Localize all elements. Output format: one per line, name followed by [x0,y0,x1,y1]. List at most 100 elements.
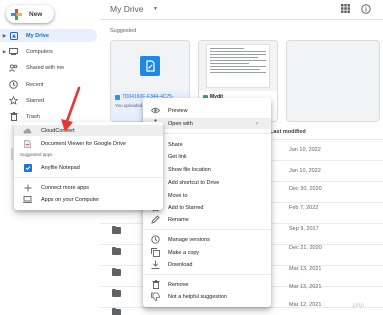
submenu-item-label: Anyfile Notepad [41,164,80,171]
menu-divider [143,274,271,275]
sidebar-item-label: Starred [26,97,45,104]
menu-item-label: Share [168,141,183,148]
recent-icon [9,80,18,89]
folder-icon [112,308,121,315]
sidebar-item-label: Computers [26,48,53,55]
open-with-submenu: CloudConvert Document Viewer for Google … [14,122,163,210]
history-icon [151,235,160,244]
submenu-item-document-viewer[interactable]: Document Viewer for Google Drive [14,138,163,149]
storage-divider [11,148,13,160]
row-last-modified: Mar 12, 2021 [289,302,322,308]
sidebar-item-label: Trash [26,113,40,120]
expand-caret-icon[interactable]: ▶ [0,33,9,39]
menu-item-label: Show file location [168,166,211,173]
computers-icon [9,47,18,56]
my-drive-icon [9,31,18,40]
folder-icon [112,226,121,234]
submenu-item-cloudconvert[interactable]: CloudConvert [14,125,163,136]
menu-item-not-helpful[interactable]: Not a helpful suggestion [143,291,271,302]
plus-icon [23,183,32,192]
menu-item-label: Not a helpful suggestion [168,293,228,300]
menu-item-label: Make a copy [168,249,200,256]
row-last-modified: Feb 7, 2022 [289,205,319,211]
folder-icon [112,289,121,297]
top-bar: My Drive ▼ [100,0,383,18]
submenu-item-label: Connect more apps [41,184,89,191]
document-preview [206,44,270,88]
watermark: ·php [351,302,365,309]
suggested-apps-caption: Suggested apps [20,152,53,157]
suggested-card[interactable] [286,40,380,122]
new-plus-icon [11,8,22,20]
chevron-right-icon: › [256,120,258,127]
menu-divider [14,177,163,178]
star-icon [9,96,18,105]
expand-caret-icon[interactable]: ▶ [0,49,9,55]
row-last-modified: Jan 10, 2022 [289,168,321,174]
new-button-label: New [29,10,43,18]
menu-item-label: Preview [168,107,188,114]
trash-icon [151,280,160,289]
trash-icon [9,112,18,121]
row-last-modified: Dec 21, 2020 [289,245,322,251]
suggested-heading: Suggested [110,28,137,34]
menu-item-label: Open with [168,120,193,127]
submenu-item-label: Apps on your Computer [41,196,100,203]
download-icon [151,260,160,269]
menu-item-label: Move to [168,192,188,199]
menu-item-remove[interactable]: Remove [143,279,271,290]
menu-item-make-a-copy[interactable]: Make a copy [143,247,271,258]
menu-item-preview[interactable]: Preview [143,105,271,116]
anyfile-notepad-icon [23,163,32,172]
menu-item-label: Get link [168,153,187,160]
menu-item-download[interactable]: Download [143,259,271,270]
grid-view-icon[interactable] [340,3,351,14]
cloudconvert-icon [23,126,32,135]
row-last-modified: Mar 13, 2021 [289,266,322,272]
menu-item-manage-versions[interactable]: Manage versions [143,234,271,245]
menu-item-label: Add to Starred [168,204,204,211]
sidebar-item-computers[interactable]: ▶ Computers [0,45,97,58]
thumb-down-icon [151,292,160,301]
menu-item-label: Remove [168,281,189,288]
header-divider [100,19,383,20]
file-type-icon [115,94,120,100]
document-viewer-icon [23,139,32,148]
card-thumbnail [199,41,277,91]
submenu-item-apps-on-computer[interactable]: Apps on your Computer [14,194,163,205]
chevron-down-icon[interactable]: ▼ [153,6,158,12]
page-title[interactable]: My Drive [110,4,144,14]
row-last-modified: Sep 9, 2017 [289,226,319,232]
submenu-item-connect-more-apps[interactable]: Connect more apps [14,182,163,193]
menu-item-label: Add shortcut to Drive [168,179,220,186]
card-thumbnail [111,41,189,91]
shared-with-me-icon [9,63,18,72]
menu-divider [143,229,271,230]
sidebar-item-shared-with-me[interactable]: Shared with me [0,61,97,74]
last-modified-header[interactable]: Last modified [270,129,306,135]
menu-item-rename[interactable]: Rename [143,214,271,225]
file-app-icon [140,56,160,76]
submenu-item-anyfile-notepad[interactable]: Anyfile Notepad [14,162,163,173]
new-button[interactable]: New [6,5,54,23]
rename-pencil-icon [151,215,160,224]
copy-icon [151,248,160,257]
list-divider [100,307,383,308]
row-last-modified: Mar 13, 2021 [289,284,322,290]
folder-icon [112,268,121,276]
row-last-modified: Dec 30, 2020 [289,186,322,192]
menu-item-label: Download [168,261,193,268]
submenu-item-label: Document Viewer for Google Drive [41,140,126,147]
menu-item-label: Rename [168,216,189,223]
sidebar-item-recent[interactable]: Recent [0,78,97,91]
computer-icon [23,195,32,204]
sidebar-item-label: My Drive [26,32,49,39]
sidebar-item-label: Recent [26,81,44,88]
red-annotation-arrow-icon [61,86,81,132]
sidebar-item-label: Shared with me [26,64,65,71]
sidebar-item-my-drive[interactable]: ▶ My Drive [0,29,97,42]
menu-item-label: Manage versions [168,236,210,243]
folder-icon [112,247,121,255]
info-icon[interactable] [360,3,371,14]
sidebar-item-starred[interactable]: Starred [0,94,97,107]
